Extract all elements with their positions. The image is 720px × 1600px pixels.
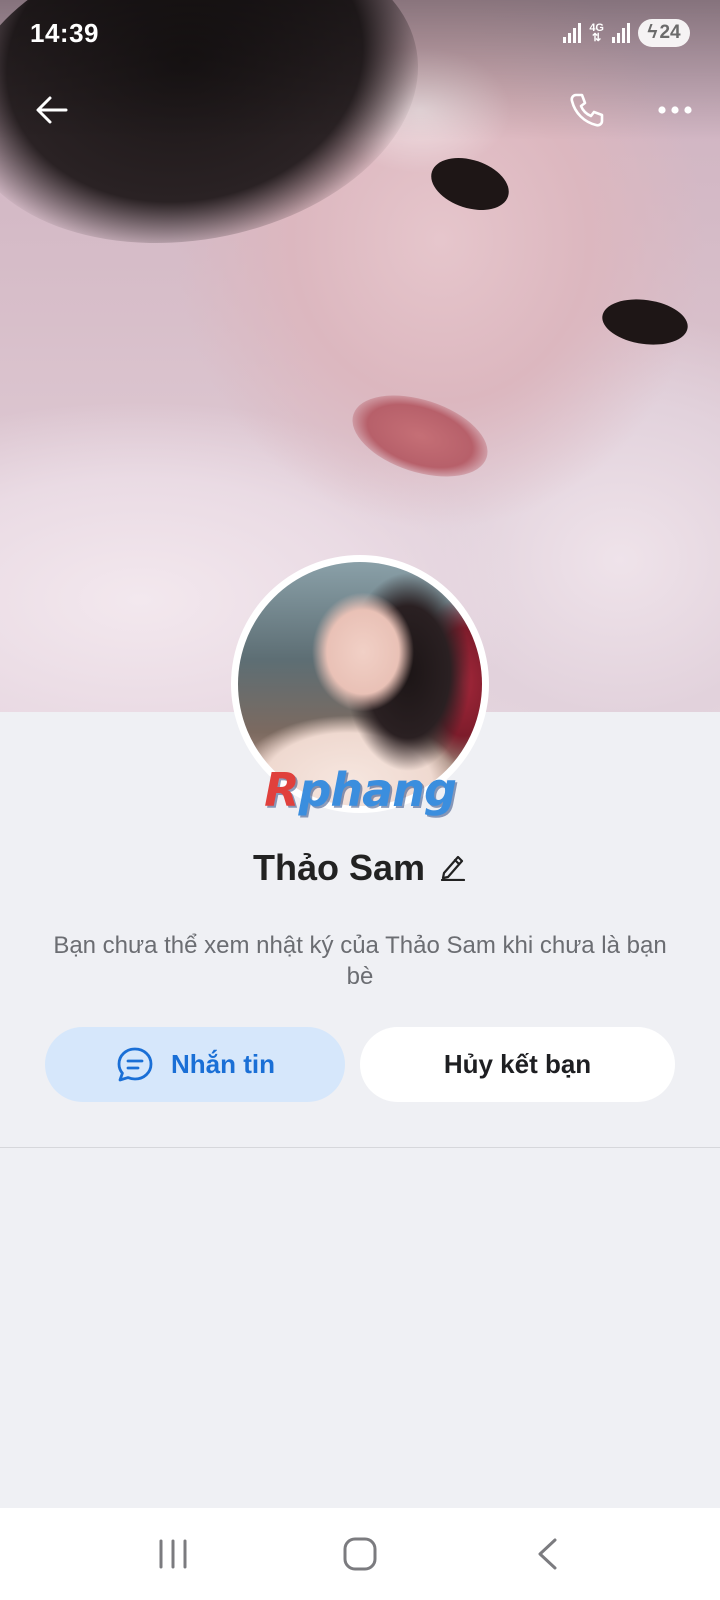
section-divider xyxy=(0,1147,720,1148)
privacy-notice: Bạn chưa thể xem nhật ký của Thảo Sam kh… xyxy=(53,932,667,990)
call-button[interactable] xyxy=(558,82,614,138)
nav-back-button[interactable] xyxy=(507,1524,587,1584)
chat-bubble-icon xyxy=(117,1047,153,1081)
back-button[interactable] xyxy=(24,82,80,138)
watermark-logo: Rphang xyxy=(264,763,457,817)
status-indicators: 4G ⇅ ϟ 24 xyxy=(563,19,690,47)
home-button[interactable] xyxy=(320,1524,400,1584)
cover-photo-detail xyxy=(424,148,516,220)
profile-name-row: Thảo Sam xyxy=(0,840,720,896)
network-type: 4G ⇅ xyxy=(589,22,604,44)
profile-name: Thảo Sam xyxy=(252,847,426,888)
more-dots-icon xyxy=(658,106,692,114)
message-button-label: Nhắn tin xyxy=(171,1049,275,1079)
more-button[interactable] xyxy=(647,82,703,138)
cover-photo-detail xyxy=(599,294,691,350)
signal-icon xyxy=(612,23,630,43)
cover-photo-detail xyxy=(342,380,498,492)
status-time: 14:39 xyxy=(30,17,99,48)
system-nav-bar xyxy=(0,1508,720,1600)
back-arrow-icon xyxy=(36,96,68,124)
profile-screen: 14:39 4G ⇅ ϟ 24 Rphang Thảo Sam Bạn chưa… xyxy=(0,0,720,1600)
status-bar: 14:39 4G ⇅ ϟ 24 xyxy=(0,0,720,66)
nav-back-icon xyxy=(538,1538,557,1570)
battery-indicator: ϟ 24 xyxy=(638,19,690,47)
unfriend-button[interactable]: Hủy kết bạn xyxy=(360,1027,675,1102)
edit-name-button[interactable] xyxy=(439,851,467,886)
signal-icon xyxy=(563,23,582,43)
phone-icon xyxy=(570,93,604,127)
pencil-icon xyxy=(440,855,466,881)
home-icon xyxy=(343,1537,377,1571)
battery-level: 24 xyxy=(659,22,681,43)
recent-apps-icon xyxy=(159,1539,187,1569)
unfriend-button-label: Hủy kết bạn xyxy=(443,1049,592,1079)
message-button[interactable]: Nhắn tin xyxy=(45,1027,345,1102)
recent-apps-button[interactable] xyxy=(133,1524,213,1584)
charging-icon: ϟ xyxy=(647,22,658,43)
